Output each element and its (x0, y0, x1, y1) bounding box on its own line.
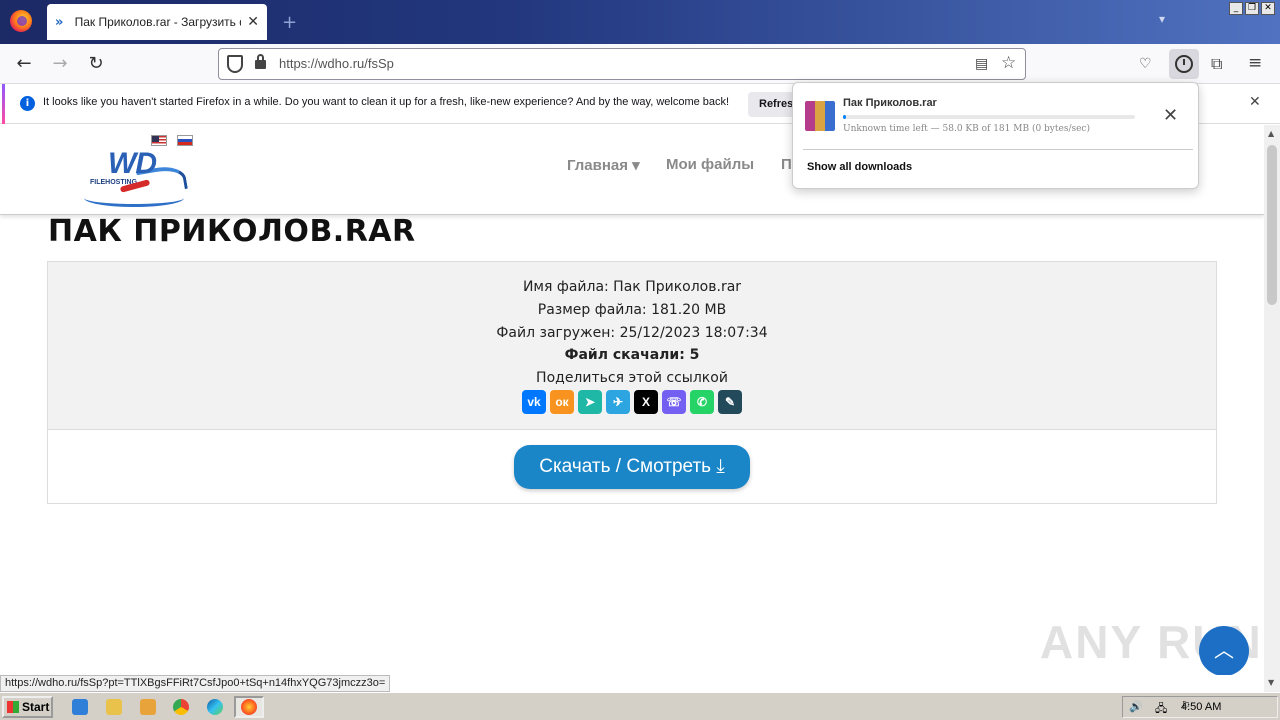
extensions-icon[interactable]: ⧉ (1211, 54, 1222, 74)
logo-swoosh (84, 189, 184, 207)
page-title: ПАК ПРИКОЛОВ.RAR (48, 214, 416, 249)
menu-item-my-files[interactable]: Мои файлы (666, 156, 754, 173)
scrollbar-thumb[interactable] (1267, 145, 1277, 305)
forward-arrow-icon[interactable]: → (48, 52, 72, 76)
reload-icon[interactable]: ↻ (84, 52, 108, 76)
file-name-text: Имя файла: Пак Приколов.rar (522, 279, 742, 295)
firefox-taskbar-button[interactable] (234, 696, 264, 718)
windows-taskbar: Start 🔊 🖧 ⚐ 4:50 AM (0, 692, 1280, 720)
close-window-button[interactable]: ✕ (1261, 2, 1275, 15)
link-status-bar: https://wdho.ru/fsSp?pt=TTlXBgsFFiRt7Csf… (0, 675, 391, 692)
scroll-up-arrow-icon[interactable]: ▲ (1268, 129, 1274, 138)
scroll-to-top-button[interactable]: ︿ (1199, 626, 1249, 675)
bookmark-star-icon[interactable]: ☆ (1001, 53, 1016, 73)
upload-date-text: Файл загружен: 25/12/2023 18:07:34 (496, 325, 768, 341)
download-progress-icon (1175, 55, 1193, 73)
download-count-text: Файл скачали: 5 (564, 347, 700, 363)
tab-title: Пак Приколов.rar - Загрузить фа (74, 15, 242, 29)
vk-icon[interactable]: vk (522, 390, 546, 414)
download-progress-bar (843, 115, 1135, 119)
windows-logo-icon (7, 701, 19, 713)
url-text[interactable]: https://wdho.ru/fsSp (279, 56, 394, 71)
clock: 4:50 AM (1181, 701, 1222, 713)
page-scrollbar[interactable]: ▲ ▼ (1264, 125, 1280, 692)
media-player-icon[interactable] (140, 699, 156, 715)
livejournal-icon[interactable]: ✎ (718, 390, 742, 414)
notification-accent (2, 84, 5, 124)
list-all-tabs-icon[interactable]: ▾ (1159, 12, 1165, 26)
winrar-archive-icon (805, 101, 835, 131)
x-twitter-icon[interactable]: X (634, 390, 658, 414)
navigation-toolbar: ← → ↻ https://wdho.ru/fsSp ▤ ☆ ♡ ⧉ ≡ (0, 44, 1280, 84)
send-icon[interactable]: ➤ (578, 390, 602, 414)
download-button-label: Скачать / Смотреть (539, 456, 712, 477)
cancel-download-icon[interactable]: ✕ (1163, 105, 1178, 126)
new-tab-icon[interactable]: + (282, 12, 297, 33)
file-info-panel: Имя файла: Пак Приколов.rar Размер файла… (48, 262, 1216, 430)
back-arrow-icon[interactable]: ← (12, 52, 36, 76)
pocket-icon[interactable]: ♡ (1139, 56, 1152, 72)
show-all-downloads-link[interactable]: Show all downloads (807, 161, 912, 173)
telegram-icon[interactable]: ✈ (606, 390, 630, 414)
download-status-text: Unknown time left — 58.0 KB of 181 MB (0… (843, 124, 1090, 134)
english-flag-icon[interactable] (151, 135, 167, 146)
start-button[interactable]: Start (2, 696, 53, 718)
hamburger-menu-icon[interactable]: ≡ (1248, 53, 1262, 73)
scroll-down-arrow-icon[interactable]: ▼ (1268, 678, 1274, 687)
firefox-icon[interactable] (10, 10, 32, 32)
downloads-button[interactable] (1169, 49, 1199, 79)
logo-text: WD (108, 147, 157, 180)
menu-item-home[interactable]: Главная ▾ (567, 156, 640, 174)
download-icon: ⤓ (716, 456, 725, 477)
url-bar[interactable]: https://wdho.ru/fsSp ▤ ☆ (218, 48, 1026, 80)
share-label: Поделиться этой ссылкой (536, 370, 728, 386)
download-button[interactable]: Скачать / Смотреть ⤓ (514, 445, 750, 489)
download-file-name[interactable]: Пак Приколов.rar (843, 97, 937, 109)
odnoklassniki-icon[interactable]: ок (550, 390, 574, 414)
close-icon[interactable]: ✕ (1249, 94, 1261, 110)
divider (803, 149, 1193, 150)
firefox-icon (241, 699, 257, 715)
downloads-panel: Пак Приколов.rar Unknown time left — 58.… (792, 82, 1199, 189)
network-icon[interactable]: 🖧 (1155, 700, 1167, 719)
restore-button[interactable]: ❐ (1245, 2, 1259, 15)
shield-icon[interactable] (227, 55, 243, 73)
start-label: Start (22, 700, 50, 714)
tab-close-icon[interactable]: ✕ (247, 14, 259, 30)
file-size-text: Размер файла: 181.20 MB (537, 302, 727, 318)
tab-active[interactable]: » Пак Приколов.rar - Загрузить фа ✕ (47, 4, 267, 40)
reader-view-icon[interactable]: ▤ (975, 56, 988, 72)
volume-icon[interactable]: 🔊 (1129, 700, 1143, 713)
minimize-button[interactable]: _ (1229, 2, 1243, 15)
page-content: WD FILEHOSTING Главная ▾ Мои файлы П ПАК… (0, 125, 1264, 675)
menu-item-partial[interactable]: П (781, 156, 792, 173)
chrome-icon[interactable] (173, 699, 189, 715)
file-card: Имя файла: Пак Приколов.rar Размер файла… (47, 261, 1217, 504)
lock-icon[interactable] (255, 54, 266, 69)
site-favicon-icon: » (55, 14, 64, 30)
ie-icon[interactable] (72, 699, 88, 715)
whatsapp-icon[interactable]: ✆ (690, 390, 714, 414)
site-logo[interactable]: WD FILEHOSTING (80, 147, 190, 211)
info-icon: i (20, 96, 35, 111)
explorer-folder-icon[interactable] (106, 699, 122, 715)
share-buttons: vk ок ➤ ✈ X ☏ ✆ ✎ (522, 390, 742, 414)
russian-flag-icon[interactable] (177, 135, 193, 146)
title-bar: » Пак Приколов.rar - Загрузить фа ✕ + ▾ … (0, 0, 1280, 44)
notification-text: It looks like you haven't started Firefo… (43, 96, 730, 108)
viber-icon[interactable]: ☏ (662, 390, 686, 414)
download-progress-fill (843, 115, 846, 119)
edge-icon[interactable] (207, 699, 223, 715)
